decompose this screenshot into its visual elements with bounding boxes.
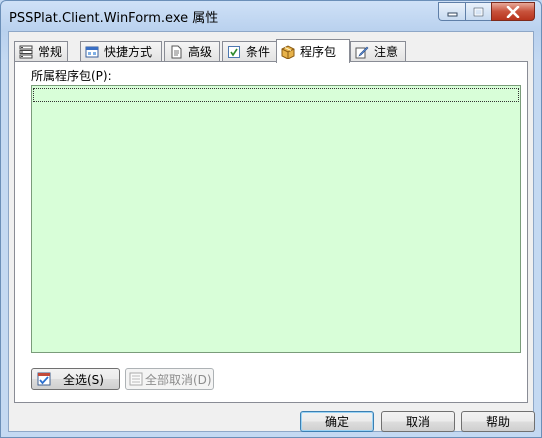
tab-packages[interactable]: 程序包 [276,39,350,63]
maximize-button[interactable] [465,2,491,21]
help-label: 帮助 [485,415,510,429]
notes-icon [355,46,369,58]
tab-shortcut[interactable]: 快捷方式 [80,41,162,61]
minimize-button[interactable] [438,2,465,21]
select-all-icon [37,372,51,386]
tab-advanced[interactable]: 高级 [164,41,220,61]
maximize-icon [473,7,484,16]
minimize-icon [447,12,457,16]
deselect-all-button[interactable]: 全部取消(D) [125,368,214,390]
shortcut-icon [85,46,99,57]
select-all-button[interactable]: 全选(S) [31,368,120,390]
select-all-label: 全选(S) [63,372,104,387]
tab-label: 注意 [374,45,399,59]
tab-label: 快捷方式 [104,45,153,59]
general-icon [19,45,33,58]
deselect-all-icon [129,372,143,386]
tab-general[interactable]: 常规 [14,41,68,61]
tab-notes[interactable]: 注意 [350,41,406,61]
conditions-icon [228,45,240,58]
tab-label: 常规 [38,45,63,59]
cancel-label: 取消 [405,415,430,429]
close-button[interactable] [491,2,535,21]
packages-listbox[interactable] [31,85,521,353]
list-focus-row[interactable] [33,88,519,102]
title-bar[interactable]: PSSPlat.Client.WinForm.exe 属性 [1,1,541,31]
window-title: PSSPlat.Client.WinForm.exe 属性 [9,11,219,26]
tab-label: 高级 [188,45,213,59]
help-button[interactable]: 帮助 [461,411,535,432]
tab-label: 条件 [246,45,271,59]
dialog-client-area: 常规 快捷方式 高级 条件 程序包 注意 所属程序包(P): 全选(S) 全部取… [8,31,535,432]
cancel-button[interactable]: 取消 [381,411,455,432]
tab-conditions[interactable]: 条件 [222,41,278,61]
deselect-all-label: 全部取消(D) [145,372,212,387]
advanced-icon [171,45,182,58]
package-icon [281,44,295,59]
packages-label: 所属程序包(P): [31,69,112,83]
properties-window: PSSPlat.Client.WinForm.exe 属性 常规 快捷方式 高级… [0,0,542,438]
close-icon [506,5,520,18]
tab-label: 程序包 [300,45,337,59]
packages-panel: 所属程序包(P): 全选(S) 全部取消(D) [14,61,528,403]
ok-label: 确定 [324,415,349,429]
ok-button[interactable]: 确定 [300,411,374,432]
caption-buttons [438,2,535,22]
